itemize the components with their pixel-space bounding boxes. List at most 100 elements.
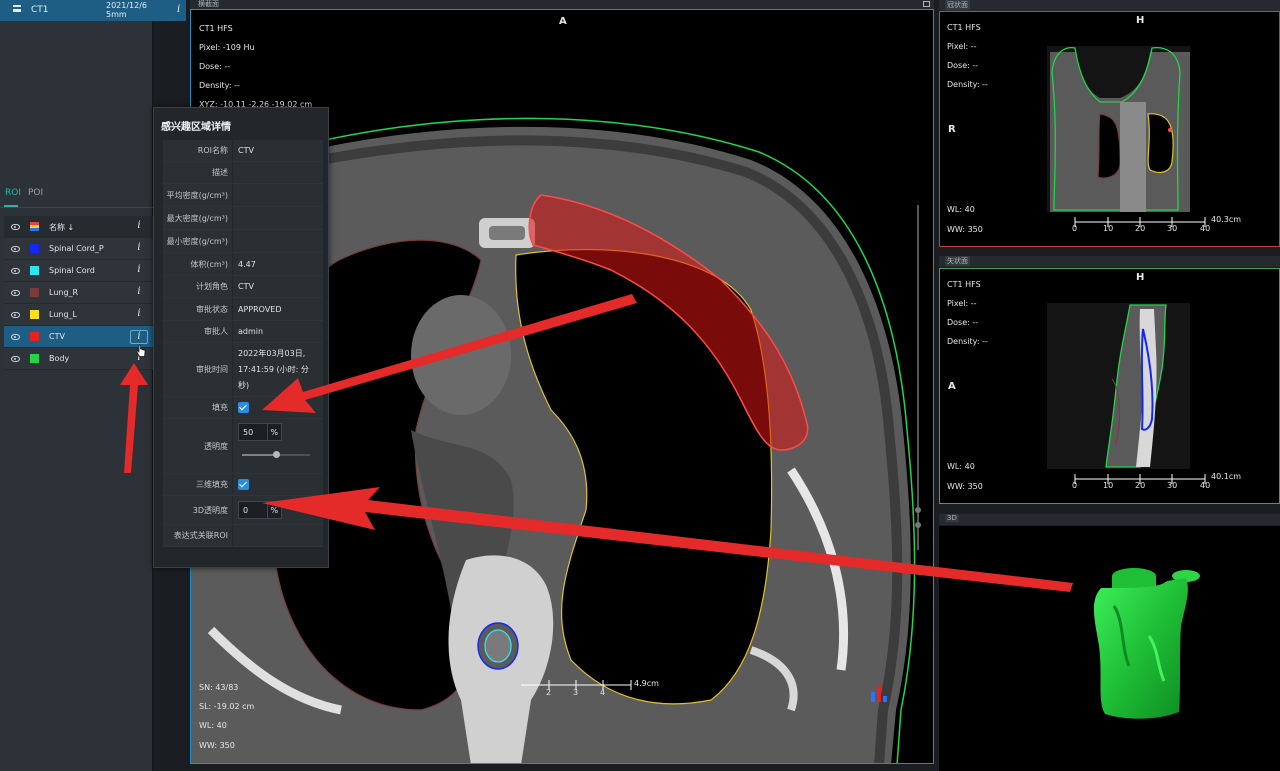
approval-time-row: 审批时间 2022年03月03日, 17:41:59 (小时: 分秒) bbox=[163, 343, 323, 397]
scale-length-label: 40.3cm bbox=[1211, 215, 1242, 224]
scale-tick-label: 30 bbox=[1167, 224, 1178, 233]
coronal-view[interactable]: H R CT1 HFS Pixel: -- Dose: -- Density: … bbox=[939, 11, 1280, 247]
fill-3d-row: 三维填充 bbox=[163, 474, 323, 496]
volume-row: 体积(cm³) 4.47 bbox=[163, 253, 323, 276]
axial-density-readout: Density: -- bbox=[199, 81, 240, 90]
menu-icon[interactable] bbox=[13, 5, 21, 12]
min-density-row: 最小密度(g/cm³) bbox=[163, 230, 323, 253]
scale-length-label: 40.1cm bbox=[1211, 472, 1242, 481]
plan-role-row: 计划角色 CTV bbox=[163, 276, 323, 298]
roi-item-lung-l[interactable]: Lung_L i bbox=[4, 304, 153, 326]
scale-tick-label: 3 bbox=[573, 688, 579, 697]
axial-dose-readout: Dose: -- bbox=[199, 62, 231, 71]
eye-icon[interactable] bbox=[11, 334, 20, 340]
info-icon[interactable]: i bbox=[130, 242, 148, 256]
opacity-3d-input[interactable]: 0 % bbox=[238, 501, 282, 519]
roi-item-spinal-cord-p[interactable]: Spinal Cord_P i bbox=[4, 238, 153, 260]
roi-item-ctv[interactable]: CTV i bbox=[4, 326, 153, 348]
opacity-slider-knob[interactable] bbox=[273, 451, 280, 458]
info-icon[interactable]: i bbox=[130, 330, 148, 344]
fill-checkbox[interactable] bbox=[238, 402, 249, 413]
axial-sn-readout: SN: 43/83 bbox=[199, 683, 239, 692]
coronal-wl-readout: WL: 40 bbox=[947, 205, 975, 214]
fill-3d-checkbox[interactable] bbox=[238, 479, 249, 490]
tab-roi[interactable]: ROI bbox=[5, 188, 21, 198]
scale-tick-label: 10 bbox=[1103, 481, 1114, 490]
eye-icon[interactable] bbox=[11, 356, 20, 362]
eye-icon[interactable] bbox=[11, 268, 20, 274]
name-column-header[interactable]: 名称 ↓ bbox=[49, 222, 74, 233]
axial-pixel-readout: Pixel: -109 Hu bbox=[199, 43, 255, 52]
max-density-row: 最大密度(g/cm³) bbox=[163, 207, 323, 230]
info-icon[interactable]: i bbox=[130, 286, 148, 300]
axial-orientation-top: A bbox=[559, 16, 567, 27]
scale-tick-label: 4 bbox=[600, 688, 606, 697]
hand-cursor-icon bbox=[136, 344, 146, 357]
roi-list: 名称 ↓ i Spinal Cord_P i Spinal Cord i Lun… bbox=[4, 216, 153, 370]
color-swatch bbox=[30, 266, 39, 275]
sagittal-density-readout: Density: -- bbox=[947, 337, 988, 346]
roi-item-body[interactable]: Body i bbox=[4, 348, 153, 370]
spinal-cord-contour bbox=[484, 629, 512, 663]
color-swatch bbox=[30, 310, 39, 319]
eye-icon[interactable] bbox=[11, 224, 20, 230]
sagittal-ww-readout: WW: 350 bbox=[947, 482, 983, 491]
info-icon[interactable]: i bbox=[130, 308, 148, 322]
left-panel: CT1 2021/12/6 5mm i ROI POI 名称 ↓ i Spina… bbox=[0, 0, 186, 771]
roi-name: CTV bbox=[49, 332, 65, 341]
roi-list-header: 名称 ↓ i bbox=[4, 216, 153, 238]
body-3d-model bbox=[1093, 568, 1200, 719]
tab-poi[interactable]: POI bbox=[28, 188, 43, 198]
opacity-slider[interactable] bbox=[242, 451, 310, 458]
scale-tick-label: 20 bbox=[1135, 481, 1146, 490]
scale-tick-label: 20 bbox=[1135, 224, 1146, 233]
series-name: CT1 bbox=[31, 5, 49, 15]
color-swatch bbox=[30, 288, 39, 297]
popup-title: 感兴趣区域详情 bbox=[161, 122, 231, 133]
scale-tick-label: 40 bbox=[1200, 481, 1211, 490]
sagittal-ct-image bbox=[1047, 303, 1206, 484]
info-icon[interactable]: i bbox=[130, 264, 148, 278]
active-tab-indicator bbox=[4, 205, 18, 207]
maximize-icon[interactable] bbox=[923, 1, 930, 7]
axial-view-title: 横截面 bbox=[198, 0, 219, 8]
scale-tick-label: 40 bbox=[1200, 224, 1211, 233]
scale-tick-label: 30 bbox=[1167, 481, 1178, 490]
roi-name: Spinal Cord bbox=[49, 266, 95, 275]
info-column-header: i bbox=[137, 220, 141, 231]
eye-icon[interactable] bbox=[11, 246, 20, 252]
roi-item-spinal-cord[interactable]: Spinal Cord i bbox=[4, 260, 153, 282]
axial-ww-readout: WW: 350 bbox=[199, 741, 235, 750]
scale-length-label: 4.9cm bbox=[634, 679, 659, 688]
roi-item-lung-r[interactable]: Lung_R i bbox=[4, 282, 153, 304]
roi-detail-popup: 感兴趣区域详情 ROI名称 CTV 描述 平均密度(g/cm³) 最大密度(g/… bbox=[153, 107, 329, 568]
eye-icon[interactable] bbox=[11, 312, 20, 318]
color-swatch bbox=[30, 244, 39, 253]
approver-row: 审批人 admin bbox=[163, 321, 323, 343]
roi-name: Spinal Cord_P bbox=[49, 244, 104, 253]
coronal-pixel-readout: Pixel: -- bbox=[947, 42, 977, 51]
sagittal-dose-readout: Dose: -- bbox=[947, 318, 979, 327]
sort-down-icon: ↓ bbox=[67, 223, 75, 232]
slice-slider-knob[interactable] bbox=[915, 507, 921, 513]
roi-name-row: ROI名称 CTV bbox=[163, 140, 323, 162]
color-swatch-icon bbox=[30, 222, 39, 231]
slice-slider-knob[interactable] bbox=[915, 522, 921, 528]
view-3d[interactable] bbox=[939, 526, 1280, 771]
series-info-icon[interactable]: i bbox=[177, 4, 180, 15]
sagittal-orientation-top: H bbox=[1136, 272, 1145, 283]
sagittal-view-header: 矢状面 bbox=[939, 256, 1280, 267]
coronal-view-header: 冠状面 bbox=[939, 0, 1280, 11]
opacity-input[interactable]: 50 % bbox=[238, 423, 282, 441]
coronal-dose-readout: Dose: -- bbox=[947, 61, 979, 70]
axial-view-header: 横截面 bbox=[190, 0, 934, 9]
sagittal-view[interactable]: H A CT1 HFS Pixel: -- Dose: -- Density: … bbox=[939, 268, 1280, 504]
series-tab[interactable]: CT1 2021/12/6 5mm i bbox=[0, 0, 186, 21]
aorta bbox=[411, 295, 511, 415]
roi-detail-table: ROI名称 CTV 描述 平均密度(g/cm³) 最大密度(g/cm³) 最小密… bbox=[163, 140, 323, 547]
eye-icon[interactable] bbox=[11, 290, 20, 296]
scale-tick-label: 10 bbox=[1103, 224, 1114, 233]
color-swatch bbox=[30, 332, 39, 341]
scale-tick-label: 0 bbox=[1072, 224, 1078, 233]
view-3d-header: 3D bbox=[939, 514, 1280, 525]
